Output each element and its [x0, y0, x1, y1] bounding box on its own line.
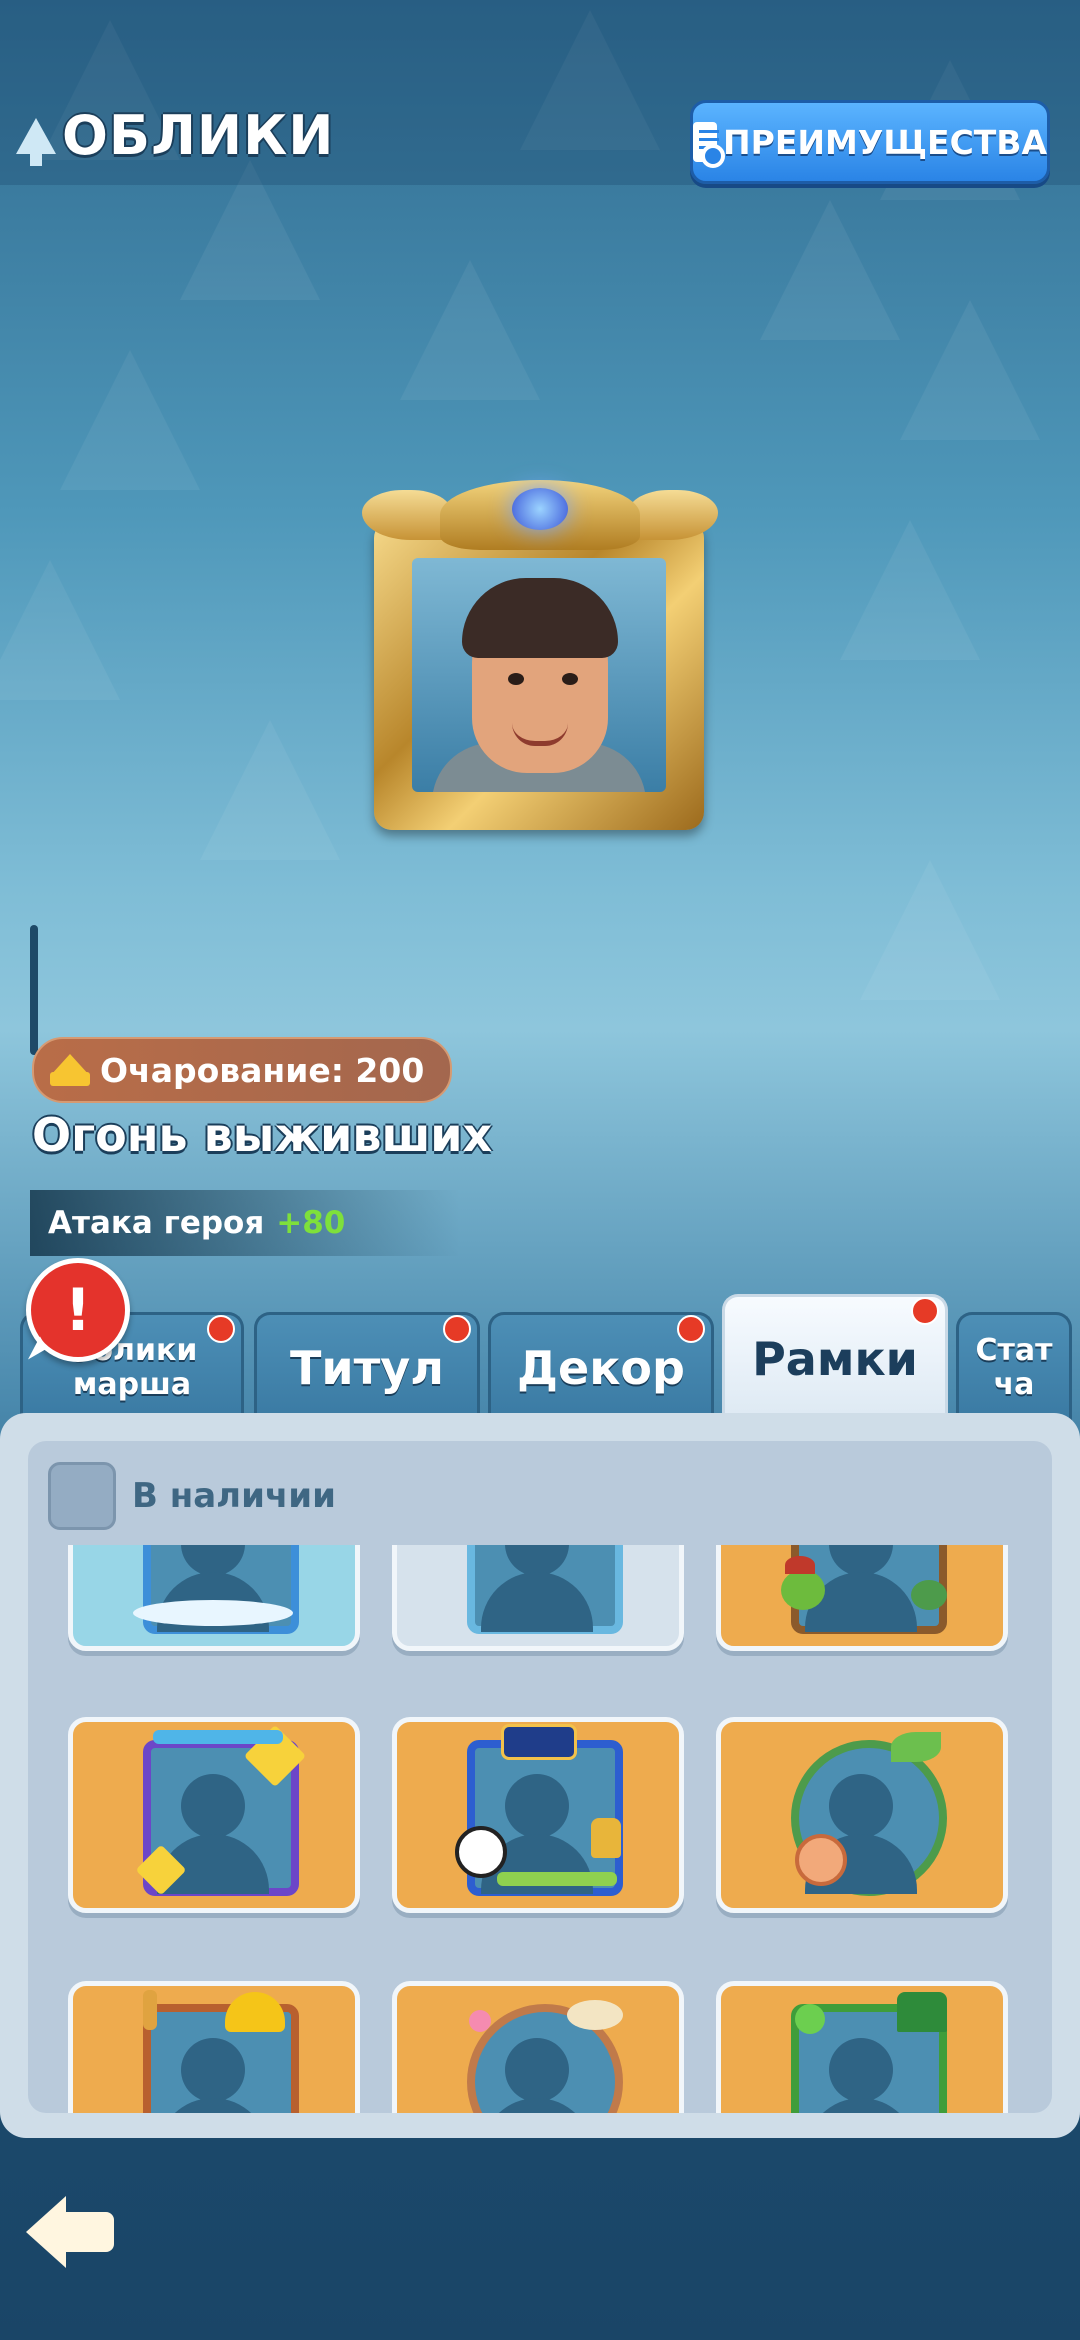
benefits-button-label: ПРЕИМУЩЕСТВА [723, 122, 1047, 162]
tree-icon [16, 118, 56, 166]
notification-dot-icon [443, 1315, 471, 1343]
frame-card-star-purple[interactable] [68, 1717, 360, 1913]
tab-label-line2: марша [72, 1367, 192, 1402]
document-search-icon [693, 122, 726, 168]
bonus-stat: Атака героя +80 [30, 1190, 460, 1256]
frame-card-football[interactable] [392, 1717, 684, 1913]
charm-badge: Очарование: 200 [32, 1037, 452, 1103]
tab-frames[interactable]: Рамки [722, 1294, 948, 1421]
background-tree-icon [840, 520, 980, 660]
background-tree-icon [760, 200, 900, 340]
frames-panel-inner: В наличии [28, 1441, 1052, 2113]
notification-dot-icon [677, 1315, 705, 1343]
notification-dot-icon [911, 1297, 939, 1325]
avatar-portrait [412, 558, 666, 792]
tab-label: Рамки [752, 1332, 918, 1386]
tab-stats[interactable]: Стат ча [956, 1312, 1072, 1421]
bonus-label: Атака героя [48, 1205, 265, 1241]
benefits-button[interactable]: ПРЕИМУЩЕСТВА [690, 100, 1050, 184]
background-tree-icon [860, 860, 1000, 1000]
tab-title[interactable]: Титул [254, 1312, 480, 1421]
available-checkbox[interactable] [48, 1462, 116, 1530]
tab-label: Титул [290, 1341, 444, 1395]
frame-card-turtle[interactable] [716, 1545, 1008, 1651]
bonus-value: +80 [276, 1205, 346, 1241]
gold-frame [374, 520, 704, 830]
back-arrow-icon [26, 2196, 66, 2268]
frame-card-flower-hat[interactable] [392, 1981, 684, 2113]
tab-label: Декор [517, 1341, 685, 1395]
background-tree-icon [60, 350, 200, 490]
background-tree-icon [900, 300, 1040, 440]
frame-card-basic[interactable] [392, 1545, 684, 1651]
crown-icon [50, 1054, 90, 1086]
background-tree-icon [400, 260, 540, 400]
background-tree-icon [200, 720, 340, 860]
background-tree-icon [0, 560, 120, 700]
tab-decor[interactable]: Декор [488, 1312, 714, 1421]
frames-panel: В наличии [0, 1413, 1080, 2138]
scroll-indicator[interactable] [30, 925, 38, 1055]
frame-card-snail-vine[interactable] [716, 1717, 1008, 1913]
charm-label: Очарование: 200 [100, 1050, 425, 1090]
frame-card-clover-leprechaun[interactable] [716, 1981, 1008, 2113]
back-button[interactable] [26, 2196, 114, 2268]
tab-label-line2: ча [993, 1367, 1035, 1402]
avatar-frame-preview [362, 480, 718, 840]
notification-dot-icon [207, 1315, 235, 1343]
page-title: ОБЛИКИ [62, 104, 335, 167]
tab-label-line1: Стат [975, 1333, 1053, 1368]
frame-wing-right [628, 490, 718, 540]
available-filter-label: В наличии [132, 1476, 336, 1516]
exclamation-alert-icon[interactable]: ! [26, 1258, 130, 1362]
frame-name: Огонь выживших [32, 1108, 493, 1162]
blue-gem-icon [512, 488, 568, 530]
frames-grid [28, 1545, 1052, 2113]
available-filter[interactable]: В наличии [48, 1461, 336, 1531]
frame-card-ocean[interactable] [68, 1545, 360, 1651]
frame-card-builder-helmet[interactable] [68, 1981, 360, 2113]
